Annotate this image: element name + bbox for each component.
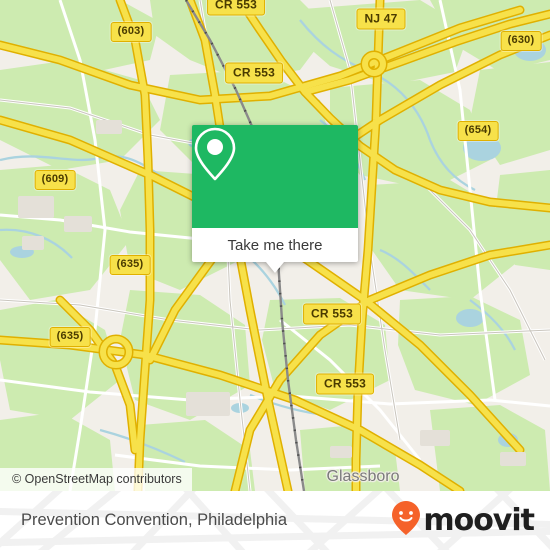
moovit-smiley-pin-icon <box>391 500 421 541</box>
location-title: Prevention Convention, Philadelphia <box>21 511 288 529</box>
route-shield-cr553-mid[interactable]: CR 553 <box>303 303 361 325</box>
route-shield-654[interactable]: (654) <box>457 121 499 141</box>
route-shield-cr553-south[interactable]: CR 553 <box>316 373 374 395</box>
location-popup-card[interactable]: Take me there <box>192 125 358 273</box>
place-label-glassboro: Glassboro <box>326 468 400 485</box>
take-me-there-button[interactable]: Take me there <box>192 228 358 273</box>
route-shield-635-upper[interactable]: (635) <box>109 255 151 275</box>
moovit-map-screenshot: CR 553 (603) NJ 47 (630) CR 553 (654) (6… <box>0 0 550 550</box>
footer-bar: Prevention Convention, Philadelphia moov… <box>0 491 550 550</box>
route-shield-cr553-north[interactable]: CR 553 <box>207 0 265 16</box>
moovit-logo[interactable]: moovit <box>391 491 535 550</box>
route-shield-603[interactable]: (603) <box>110 22 152 42</box>
moovit-wordmark: moovit <box>423 502 535 538</box>
map-attribution[interactable]: © OpenStreetMap contributors <box>0 468 192 491</box>
route-shield-635-lower[interactable]: (635) <box>49 327 91 347</box>
route-shield-630[interactable]: (630) <box>500 31 542 51</box>
route-shield-609[interactable]: (609) <box>34 170 76 190</box>
route-shield-nj47[interactable]: NJ 47 <box>356 8 406 30</box>
route-shield-cr553-upper[interactable]: CR 553 <box>225 62 283 84</box>
popup-icon-area <box>192 125 358 228</box>
map-canvas[interactable]: CR 553 (603) NJ 47 (630) CR 553 (654) (6… <box>0 0 550 491</box>
take-me-there-label: Take me there <box>227 236 323 254</box>
popup-tail-pointer <box>266 262 284 273</box>
